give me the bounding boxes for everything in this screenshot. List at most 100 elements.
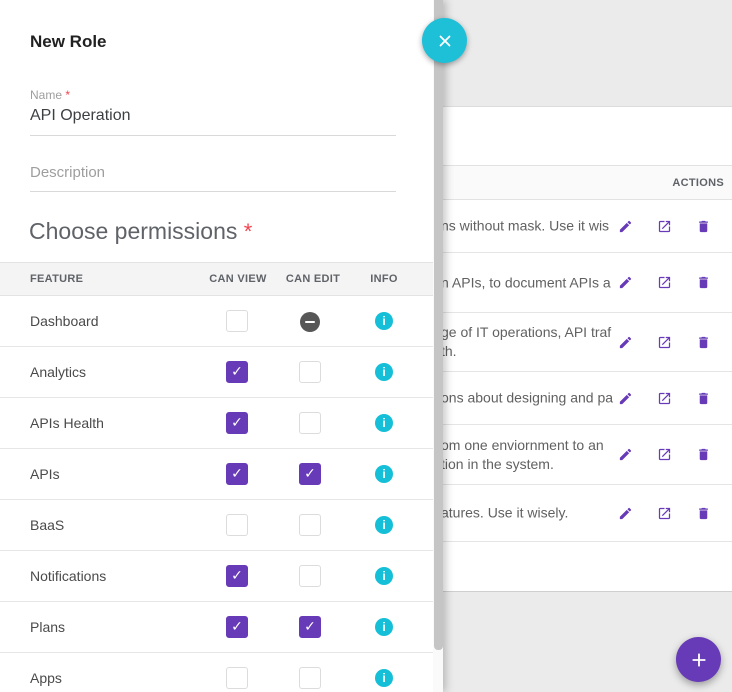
drawer-scrollbar-thumb[interactable]	[434, 0, 443, 650]
delete-icon	[696, 219, 711, 234]
delete-button[interactable]	[695, 334, 711, 350]
edit-button[interactable]	[617, 218, 633, 234]
open-button[interactable]	[656, 390, 672, 406]
info-icon[interactable]	[375, 618, 393, 636]
delete-button[interactable]	[695, 218, 711, 234]
name-field: Name *	[30, 88, 396, 136]
edit-button[interactable]	[617, 334, 633, 350]
delete-icon	[696, 391, 711, 406]
can-edit-checkbox[interactable]	[299, 361, 321, 383]
row-description: om one enviornment to an	[441, 436, 604, 455]
row-description: n APIs, to document APIs a	[441, 273, 611, 292]
open-button[interactable]	[656, 275, 672, 291]
delete-icon	[696, 275, 711, 290]
can-edit-column-header: CAN EDIT	[286, 273, 340, 285]
close-drawer-button[interactable]	[422, 18, 467, 63]
edit-icon	[618, 506, 633, 521]
permissions-table-header: FEATURE CAN VIEW CAN EDIT INFO	[0, 262, 433, 296]
edit-button[interactable]	[617, 447, 633, 463]
open-in-new-icon	[657, 219, 672, 234]
drawer-scrollbar-track[interactable]	[433, 0, 443, 692]
permission-row: BaaS	[0, 500, 433, 551]
feature-label: Notifications	[30, 568, 106, 584]
feature-label: Dashboard	[30, 313, 99, 329]
edit-icon	[618, 447, 633, 462]
info-icon[interactable]	[375, 516, 393, 534]
edit-icon	[618, 219, 633, 234]
feature-label: APIs	[30, 466, 60, 482]
edit-icon	[618, 275, 633, 290]
plus-icon	[688, 649, 710, 671]
name-input[interactable]	[30, 105, 396, 136]
can-view-checkbox[interactable]	[226, 565, 248, 587]
can-edit-checkbox[interactable]	[299, 667, 321, 689]
row-description: th.	[441, 342, 611, 361]
can-view-checkbox[interactable]	[226, 310, 248, 332]
can-view-checkbox[interactable]	[226, 463, 248, 485]
feature-label: BaaS	[30, 517, 64, 533]
info-icon[interactable]	[375, 312, 393, 330]
info-icon[interactable]	[375, 414, 393, 432]
edit-button[interactable]	[617, 390, 633, 406]
permission-row: Notifications	[0, 551, 433, 602]
can-edit-checkbox[interactable]	[299, 616, 321, 638]
delete-button[interactable]	[695, 275, 711, 291]
delete-icon	[696, 506, 711, 521]
row-description: tion in the system.	[441, 455, 604, 474]
can-edit-checkbox[interactable]	[299, 463, 321, 485]
info-icon[interactable]	[375, 669, 393, 687]
can-view-checkbox[interactable]	[226, 616, 248, 638]
open-button[interactable]	[656, 218, 672, 234]
row-description: ge of IT operations, API traf	[441, 323, 611, 342]
screen: ACTIONS ns without mask. Use it wis n AP…	[0, 0, 732, 692]
edit-icon	[618, 335, 633, 350]
permission-row: Apps	[0, 653, 433, 692]
open-in-new-icon	[657, 506, 672, 521]
delete-button[interactable]	[695, 505, 711, 521]
can-edit-checkbox minus-circle-icon	[300, 312, 320, 332]
can-edit-checkbox[interactable]	[299, 514, 321, 536]
permission-row: Dashboard	[0, 296, 433, 347]
can-edit-checkbox[interactable]	[299, 565, 321, 587]
required-asterisk: *	[244, 219, 253, 244]
description-field	[30, 158, 396, 192]
info-icon[interactable]	[375, 567, 393, 585]
can-view-checkbox[interactable]	[226, 412, 248, 434]
close-icon	[436, 32, 454, 50]
info-icon[interactable]	[375, 465, 393, 483]
can-edit-checkbox[interactable]	[299, 412, 321, 434]
open-in-new-icon	[657, 335, 672, 350]
open-in-new-icon	[657, 447, 672, 462]
feature-label: Apps	[30, 670, 62, 686]
edit-icon	[618, 391, 633, 406]
info-column-header: INFO	[370, 273, 397, 285]
required-asterisk: *	[65, 88, 70, 102]
description-input[interactable]	[30, 158, 396, 192]
drawer-title: New Role	[30, 32, 107, 52]
open-in-new-icon	[657, 391, 672, 406]
open-button[interactable]	[656, 505, 672, 521]
delete-button[interactable]	[695, 390, 711, 406]
permission-row: APIs Health	[0, 398, 433, 449]
open-button[interactable]	[656, 334, 672, 350]
info-icon[interactable]	[375, 363, 393, 381]
feature-column-header: FEATURE	[30, 273, 83, 285]
permission-row: Plans	[0, 602, 433, 653]
permission-row: Analytics	[0, 347, 433, 398]
permission-row: APIs	[0, 449, 433, 500]
open-button[interactable]	[656, 447, 672, 463]
edit-button[interactable]	[617, 275, 633, 291]
row-description: ons about designing and pa	[441, 389, 613, 408]
new-role-drawer: New Role Name * Choose permissions * FEA…	[0, 0, 443, 692]
delete-button[interactable]	[695, 447, 711, 463]
actions-column-header: ACTIONS	[672, 177, 724, 189]
can-view-checkbox[interactable]	[226, 361, 248, 383]
permissions-heading: Choose permissions	[29, 218, 237, 244]
can-view-column-header: CAN VIEW	[209, 273, 266, 285]
can-view-checkbox[interactable]	[226, 514, 248, 536]
add-role-button[interactable]	[676, 637, 721, 682]
delete-icon	[696, 447, 711, 462]
name-label: Name	[30, 88, 62, 102]
edit-button[interactable]	[617, 505, 633, 521]
can-view-checkbox[interactable]	[226, 667, 248, 689]
